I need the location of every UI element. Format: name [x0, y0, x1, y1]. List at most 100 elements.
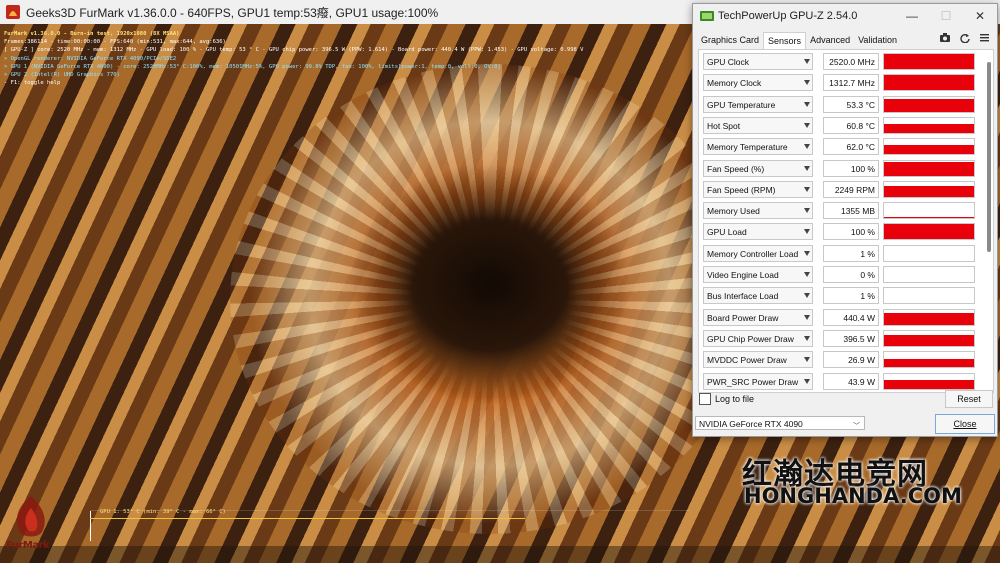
sensor-name-dropdown[interactable]: GPU Chip Power Draw [703, 329, 813, 347]
sensor-graph [883, 138, 975, 156]
chevron-down-icon [804, 229, 810, 235]
chevron-down-icon [804, 80, 810, 86]
sensor-name: Bus Interface Load [707, 291, 779, 302]
sensor-graph-fill [884, 216, 974, 219]
log-to-file-row[interactable]: Log to file [699, 393, 754, 405]
sensor-name-dropdown[interactable]: Board Power Draw [703, 308, 813, 326]
chevron-down-icon [804, 144, 810, 150]
menu-icon[interactable] [980, 33, 989, 42]
sensor-name-dropdown[interactable]: Fan Speed (RPM) [703, 180, 813, 198]
chevron-down-icon [804, 101, 810, 107]
gpuz-window: TechPowerUp GPU-Z 2.54.0 — ☐ ✕ Graphics … [692, 3, 998, 437]
sensor-name: Video Engine Load [707, 270, 779, 280]
sensor-name-dropdown[interactable]: GPU Load [703, 223, 813, 241]
overlay-line-frames: Frames:386114 - time:00:00:00 - FPS:640 … [4, 39, 226, 46]
chevron-down-icon [804, 186, 810, 192]
furmark-fur-donut [230, 64, 750, 534]
overlay-line-gpu2: > GPU 2 (Intel(R) UHD Graphics 770) [4, 72, 120, 79]
chevron-down-icon: ﹀ [853, 423, 860, 430]
minimize-button[interactable]: — [895, 4, 929, 28]
sensors-scrollbar[interactable] [987, 62, 991, 252]
sensor-value: 100 % [823, 159, 879, 177]
sensor-name-dropdown[interactable]: Bus Interface Load [703, 287, 813, 305]
tab-advanced[interactable]: Advanced [806, 32, 854, 48]
close-button[interactable]: Close [935, 414, 995, 434]
sensor-name-dropdown[interactable]: Video Engine Load [703, 266, 813, 283]
gpu-select-dropdown[interactable]: NVIDIA GeForce RTX 4090 ﹀ [695, 416, 865, 430]
furmark-temp-graph: GPU 1: 53° C (min: 39° C - max: 66° C) [90, 509, 690, 541]
overlay-line-version: FurMark v1.36.0.0 - Burn-in test, 1920x1… [4, 31, 180, 37]
sensor-graph-fill [884, 380, 974, 389]
log-to-file-checkbox[interactable] [699, 393, 711, 405]
chevron-down-icon [804, 250, 810, 256]
sensor-graph-fill [884, 162, 974, 176]
sensor-value: 0 % [823, 266, 879, 283]
sensor-graph [883, 180, 975, 198]
gpuz-title: TechPowerUp GPU-Z 2.54.0 [718, 10, 858, 22]
tab-sensors[interactable]: Sensors [763, 31, 807, 49]
sensor-name-dropdown[interactable]: GPU Temperature [703, 95, 813, 113]
sensor-name: Board Power Draw [707, 312, 779, 323]
sensor-value: 1 % [823, 244, 879, 262]
sensor-graph-fill [884, 224, 974, 240]
sensor-name-dropdown[interactable]: Memory Temperature [703, 138, 813, 156]
sensor-graph-fill [884, 54, 974, 69]
sensor-name-dropdown[interactable]: PWR_SRC Power Draw [703, 372, 813, 390]
sensor-value: 396.5 W [823, 329, 879, 347]
maximize-button[interactable]: ☐ [929, 4, 963, 28]
sensor-name: Memory Controller Load [707, 248, 799, 259]
chevron-down-icon [804, 122, 810, 128]
sensor-name-dropdown[interactable]: Memory Clock [703, 74, 813, 92]
gpuz-tabbar: Graphics Card Sensors Advanced Validatio… [693, 31, 997, 49]
sensor-name-dropdown[interactable]: MVDDC Power Draw [703, 351, 813, 369]
chevron-down-icon [804, 165, 810, 171]
overlay-line-renderer: > OpenGL renderer: NVIDIA GeForce RTX 40… [4, 55, 177, 62]
tab-validation[interactable]: Validation [854, 32, 901, 48]
sensor-value: 1 % [823, 287, 879, 305]
sensor-name-dropdown[interactable]: GPU Clock [703, 53, 813, 70]
watermark: 红瀚达电竞网 HONGHANDA.COM [742, 449, 962, 511]
sensor-name: PWR_SRC Power Draw [707, 376, 799, 387]
sensor-value: 440.4 W [823, 308, 879, 326]
sensor-graph-fill [884, 312, 974, 325]
chevron-down-icon [804, 357, 810, 363]
gpuz-app-icon [700, 11, 714, 21]
sensor-row: Memory Clock 1312.7 MHz [703, 74, 975, 93]
tab-graphics-card[interactable]: Graphics Card [697, 32, 763, 48]
furmark-logo: FurMark [6, 494, 76, 554]
sensor-name-dropdown[interactable]: Hot Spot [703, 116, 813, 134]
chevron-down-icon [804, 208, 810, 214]
temp-graph-line [90, 518, 525, 519]
camera-icon[interactable] [940, 33, 950, 42]
sensor-graph [883, 372, 975, 390]
sensor-row: PWR_SRC Power Draw 43.9 W [703, 372, 975, 392]
sensor-graph [883, 202, 975, 220]
sensor-graph [883, 159, 975, 177]
gpuz-titlebar[interactable]: TechPowerUp GPU-Z 2.54.0 — ☐ ✕ [693, 4, 997, 28]
sensor-row: GPU Chip Power Draw 396.5 W [703, 329, 975, 349]
sensor-graph [883, 287, 975, 305]
sensor-graph [883, 266, 975, 283]
sensor-name: GPU Chip Power Draw [707, 333, 794, 344]
sensor-graph-fill [884, 98, 974, 112]
sensor-row: GPU Temperature 53.3 °C [703, 95, 975, 115]
sensor-name-dropdown[interactable]: Memory Controller Load [703, 244, 813, 262]
sensor-name: Memory Used [707, 206, 760, 217]
sensor-name: Hot Spot [707, 120, 741, 131]
sensor-graph-fill [884, 123, 974, 133]
sensor-name-dropdown[interactable]: Memory Used [703, 202, 813, 220]
sensor-name: MVDDC Power Draw [707, 355, 787, 366]
sensor-graph-fill [884, 145, 974, 155]
sensors-panel: GPU Clock 2520.0 MHz Memory Clock 1312.7 MH… [698, 49, 994, 393]
sensor-name-dropdown[interactable]: Fan Speed (%) [703, 159, 813, 177]
refresh-icon[interactable] [960, 33, 970, 43]
sensor-value: 53.3 °C [823, 95, 879, 113]
close-window-button[interactable]: ✕ [963, 4, 997, 28]
furmark-logo-text: FurMark [6, 540, 50, 551]
chevron-down-icon [804, 335, 810, 341]
sensor-value: 62.0 °C [823, 138, 879, 156]
reset-button[interactable]: Reset [945, 390, 993, 408]
sensor-row: GPU Load 100 % [703, 223, 975, 242]
furmark-stats-overlay: FurMark v1.36.0.0 - Burn-in test, 1920x1… [4, 30, 583, 87]
gpuz-tab-icons [940, 33, 989, 43]
